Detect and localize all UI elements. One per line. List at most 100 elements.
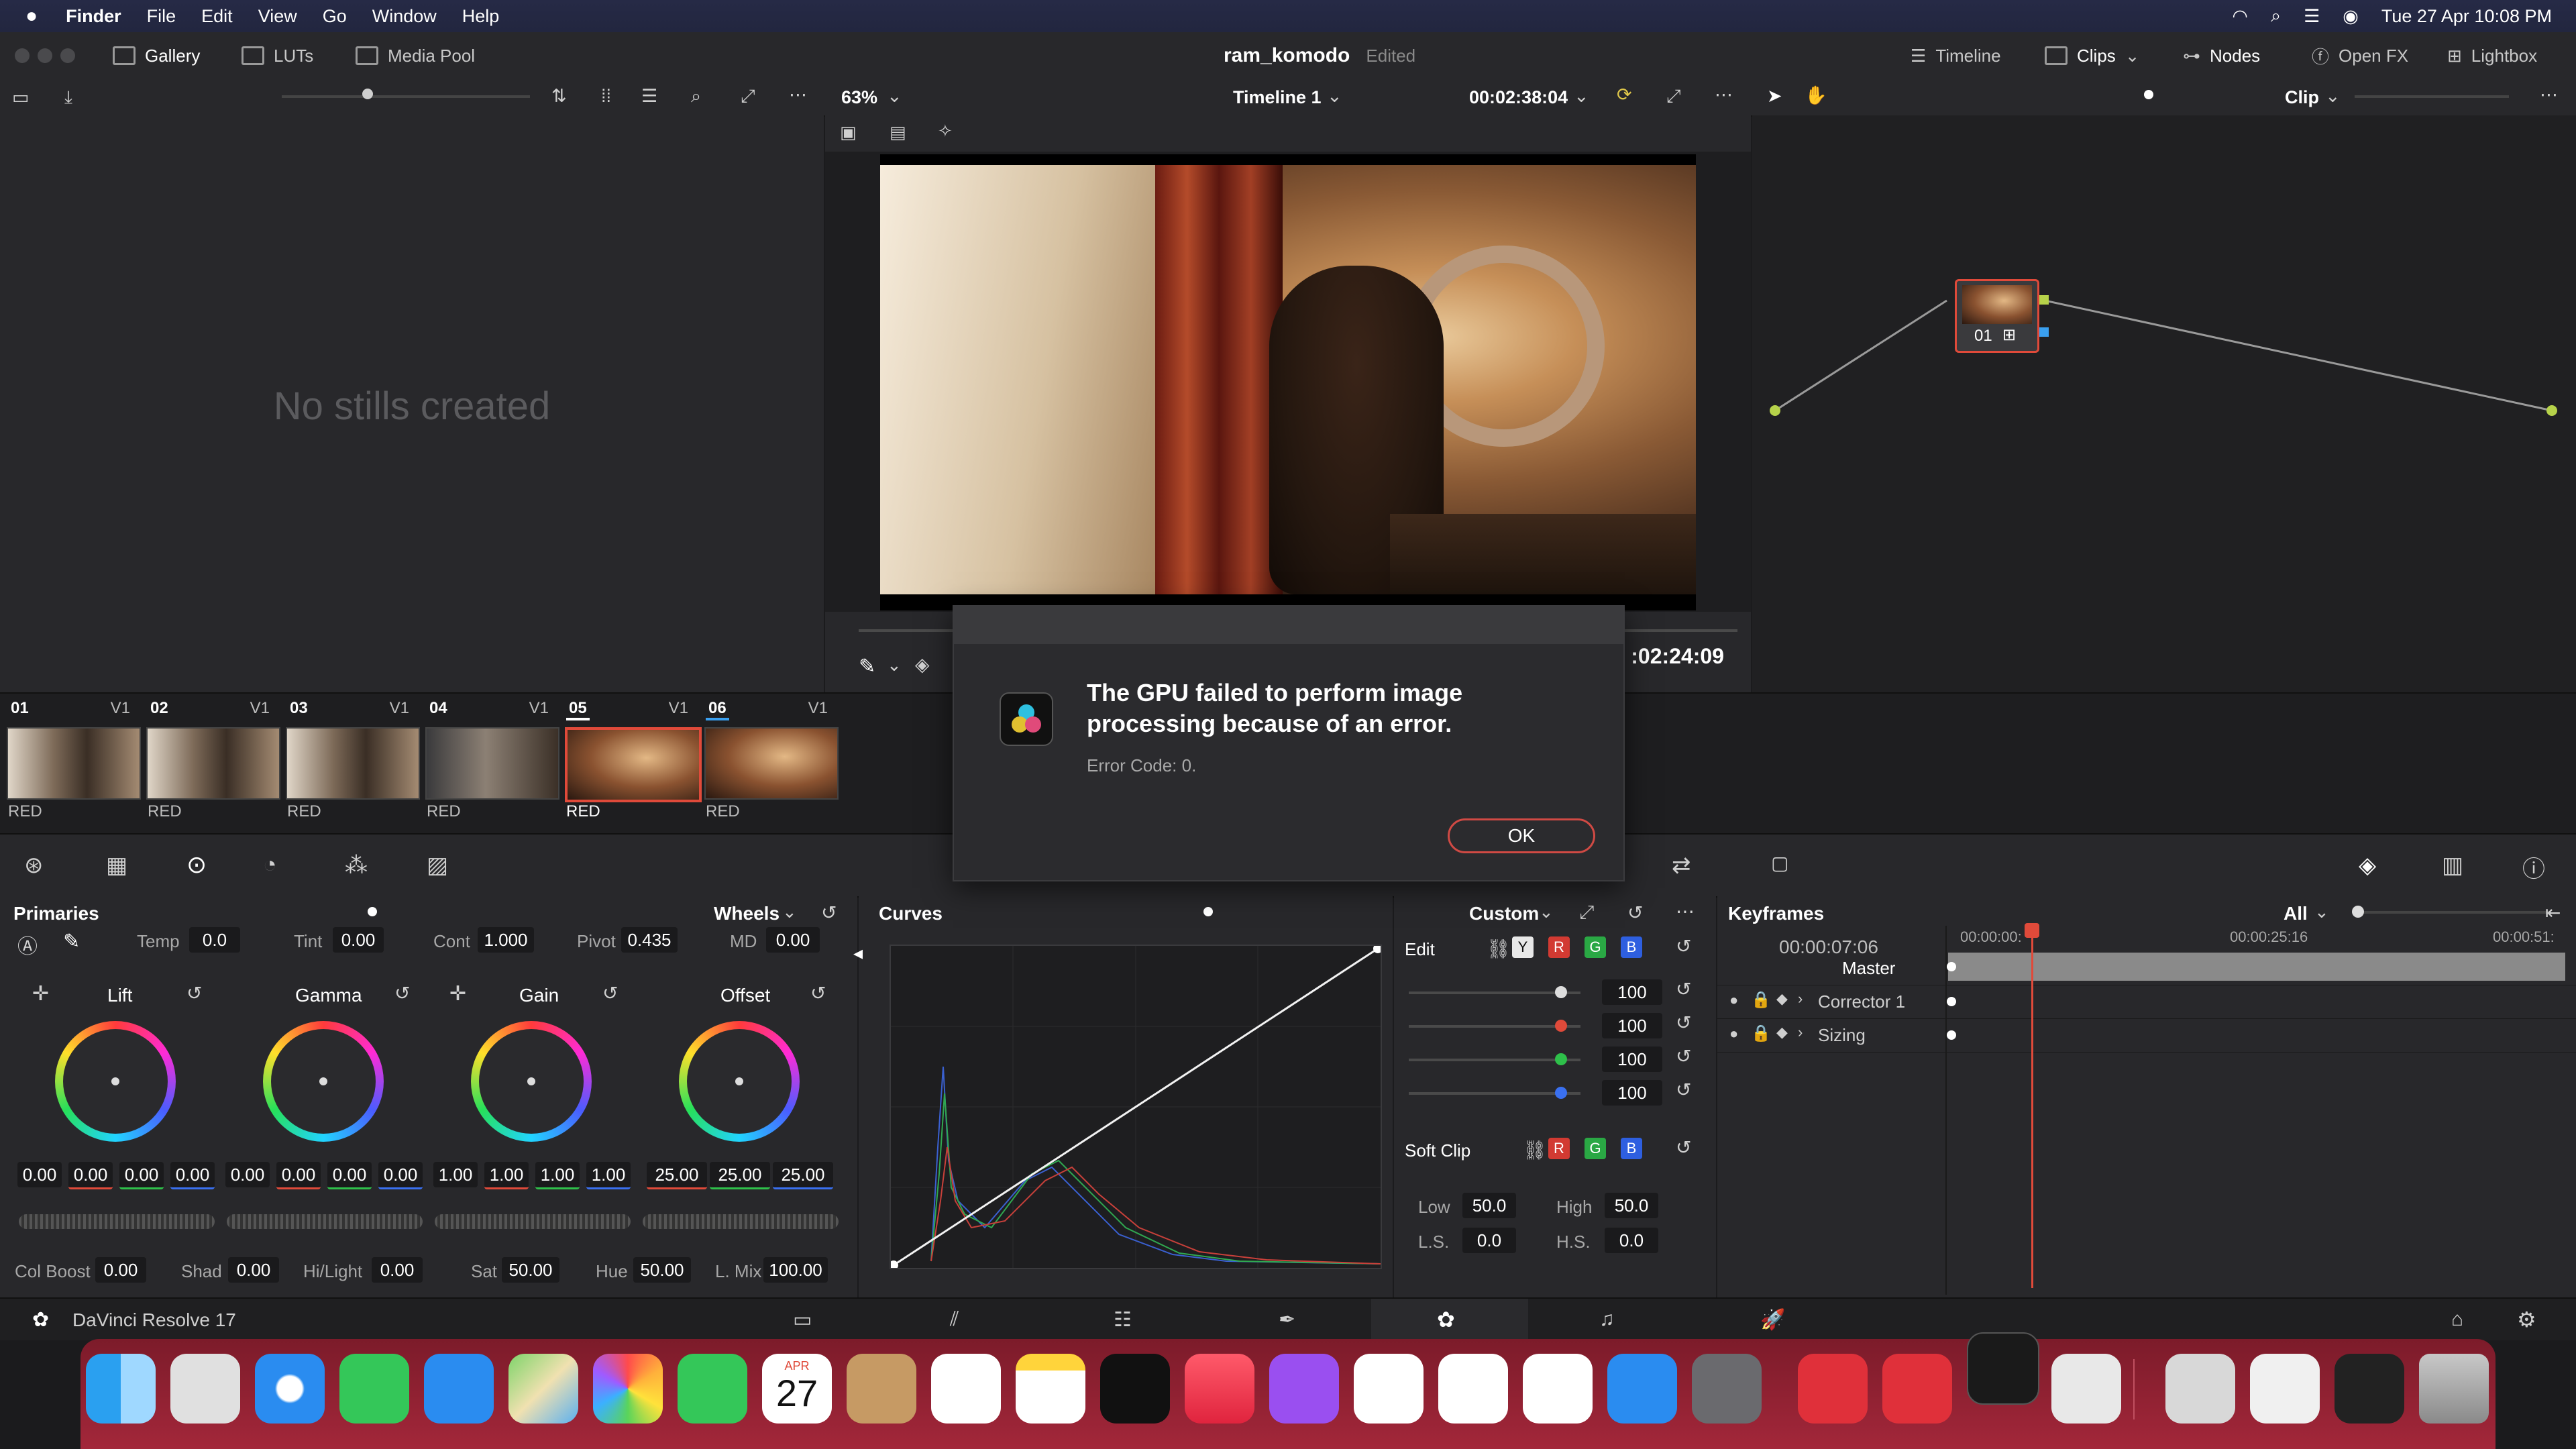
magic-wand-icon[interactable]: ✧ bbox=[938, 121, 953, 142]
finder-icon[interactable] bbox=[86, 1354, 156, 1424]
lift-y-value[interactable]: 0.00 bbox=[17, 1162, 62, 1187]
more-options-icon[interactable]: ⋯ bbox=[2540, 85, 2558, 105]
system-information-icon[interactable] bbox=[2051, 1354, 2121, 1424]
link-icon[interactable]: ⛓ bbox=[1523, 1139, 1547, 1161]
eyedropper-icon[interactable]: ✎ bbox=[63, 930, 80, 953]
anydesk-icon[interactable] bbox=[1798, 1354, 1868, 1424]
zoom-window-button[interactable] bbox=[60, 48, 75, 63]
video-frame[interactable] bbox=[880, 154, 1696, 610]
photos-icon[interactable] bbox=[593, 1354, 663, 1424]
blue-value[interactable]: 100 bbox=[1602, 1080, 1662, 1106]
color-match-icon[interactable]: ▦ bbox=[106, 852, 127, 879]
temp-field[interactable]: 0.0 bbox=[189, 927, 240, 953]
anydesk-alt-icon[interactable] bbox=[1882, 1354, 1952, 1424]
reset-icon[interactable]: ↺ bbox=[821, 902, 837, 924]
home-icon[interactable]: ⌂ bbox=[2451, 1308, 2463, 1331]
apple-tv-icon[interactable] bbox=[1100, 1354, 1170, 1424]
keyframe-filter-selector[interactable]: All bbox=[2284, 903, 2308, 924]
settings-gear-icon[interactable]: ⚙ bbox=[2517, 1307, 2536, 1332]
app-store-icon[interactable] bbox=[1607, 1354, 1677, 1424]
red-value[interactable]: 100 bbox=[1602, 1013, 1662, 1038]
list-view-icon[interactable]: ☰ bbox=[641, 86, 657, 107]
rgb-mixer-icon[interactable]: ⁂ bbox=[345, 852, 368, 879]
lift-b-value[interactable]: 0.00 bbox=[170, 1162, 215, 1189]
menu-datetime[interactable]: Tue 27 Apr 10:08 PM bbox=[2381, 6, 2552, 27]
fullscreen-icon[interactable]: ⤢ bbox=[1666, 86, 1681, 107]
close-window-button[interactable] bbox=[15, 48, 30, 63]
color-page-tab[interactable]: ✿ bbox=[1371, 1299, 1528, 1343]
clip-mode-selector[interactable]: Clip bbox=[2285, 87, 2319, 108]
notes-icon[interactable] bbox=[1016, 1354, 1085, 1424]
gamma-wheel[interactable] bbox=[263, 1021, 384, 1142]
sort-icon[interactable]: ⇅ bbox=[551, 86, 567, 107]
auto-balance-icon[interactable]: Ⓐ bbox=[17, 930, 38, 959]
gamma-g-value[interactable]: 0.00 bbox=[327, 1162, 372, 1189]
clip-thumbnail[interactable]: 03 V1 RED bbox=[279, 694, 420, 835]
camera-raw-icon[interactable]: ⊛ bbox=[24, 852, 44, 879]
keyframe-marker[interactable] bbox=[1947, 962, 1956, 971]
menu-window[interactable]: Window bbox=[372, 6, 437, 27]
curve-point-icon[interactable]: ◂ bbox=[853, 942, 863, 964]
keyframe-marker[interactable] bbox=[1947, 997, 1956, 1006]
ls-field[interactable]: 0.0 bbox=[1462, 1228, 1516, 1253]
screenshot-icon[interactable] bbox=[2250, 1354, 2320, 1424]
gamma-y-value[interactable]: 0.00 bbox=[225, 1162, 270, 1187]
keyframe-row-sizing[interactable]: ● 🔒 ◆ › Sizing bbox=[1717, 1018, 2576, 1053]
tint-field[interactable]: 0.00 bbox=[333, 927, 384, 953]
luma-channel-button[interactable]: Y bbox=[1512, 936, 1534, 958]
chevron-down-icon[interactable]: ⌄ bbox=[1539, 902, 1554, 922]
info-icon[interactable]: ⓘ bbox=[2522, 851, 2545, 883]
viewer-timecode[interactable]: 00:02:38:04 bbox=[1469, 87, 1568, 108]
col-boost-field[interactable]: 0.00 bbox=[95, 1257, 146, 1283]
reset-offset-icon[interactable]: ↺ bbox=[810, 982, 826, 1004]
transform-icon[interactable]: ⇄ bbox=[1672, 852, 1691, 879]
layers-icon[interactable]: ◈ bbox=[915, 653, 930, 676]
minimize-window-button[interactable] bbox=[38, 48, 52, 63]
mail-icon[interactable] bbox=[424, 1354, 494, 1424]
node-zoom-slider[interactable] bbox=[2355, 95, 2509, 98]
reset-icon[interactable]: ↺ bbox=[1627, 902, 1643, 924]
document-icon[interactable] bbox=[2165, 1354, 2235, 1424]
timeline-selector[interactable]: Timeline 1 bbox=[1233, 87, 1322, 108]
master-track[interactable] bbox=[1948, 953, 2565, 981]
music-icon[interactable] bbox=[1185, 1354, 1254, 1424]
offset-b-value[interactable]: 25.00 bbox=[773, 1162, 833, 1189]
green-channel-button[interactable]: G bbox=[1585, 936, 1606, 958]
node-output-rgb[interactable] bbox=[2039, 295, 2049, 305]
clip-thumbnail[interactable]: 02 V1 RED bbox=[140, 694, 280, 835]
viewer-zoom[interactable]: 63% bbox=[841, 87, 877, 108]
reminders-icon[interactable] bbox=[931, 1354, 1001, 1424]
calendar-icon[interactable]: APR 27 bbox=[762, 1354, 832, 1424]
soft-clip-red-button[interactable]: R bbox=[1548, 1138, 1570, 1159]
keyframe-row-master[interactable]: Master bbox=[1717, 951, 2576, 985]
keyframes-icon[interactable]: ◈ bbox=[2359, 852, 2376, 879]
keyframe-playhead-handle[interactable] bbox=[2025, 923, 2039, 938]
podcasts-icon[interactable] bbox=[1269, 1354, 1339, 1424]
reset-icon[interactable]: ↺ bbox=[1676, 1079, 1691, 1101]
split-view-icon[interactable]: ▣ bbox=[840, 122, 857, 143]
chevron-right-icon[interactable]: › bbox=[1798, 1024, 1803, 1041]
luts-tab[interactable]: LUTs bbox=[241, 32, 313, 79]
lift-master-wheel[interactable] bbox=[19, 1214, 215, 1229]
media-pool-tab[interactable]: Media Pool bbox=[356, 32, 475, 79]
offset-master-wheel[interactable] bbox=[643, 1214, 839, 1229]
soft-clip-blue-button[interactable]: B bbox=[1621, 1138, 1642, 1159]
crosshair-icon[interactable]: ✛ bbox=[449, 982, 466, 1006]
keyframe-zoom-handle[interactable] bbox=[2352, 906, 2364, 918]
keyframe-diamond-icon[interactable]: ◆ bbox=[1776, 1024, 1788, 1041]
control-center-icon[interactable]: ☰ bbox=[2304, 6, 2320, 27]
red-channel-button[interactable]: R bbox=[1548, 936, 1570, 958]
gain-master-wheel[interactable] bbox=[435, 1214, 631, 1229]
blue-slider-handle[interactable] bbox=[1555, 1087, 1567, 1099]
lift-g-value[interactable]: 0.00 bbox=[119, 1162, 164, 1189]
lock-icon[interactable]: 🔒 bbox=[1751, 990, 1771, 1010]
search-icon[interactable]: ⌕ bbox=[691, 86, 701, 107]
link-icon[interactable]: ⛓ bbox=[1487, 938, 1511, 960]
reset-lift-icon[interactable]: ↺ bbox=[186, 982, 202, 1004]
hand-tool-icon[interactable]: ✋ bbox=[1805, 85, 1827, 106]
fullscreen-icon[interactable]: ⤢ bbox=[741, 86, 755, 107]
menu-view[interactable]: View bbox=[258, 6, 297, 27]
reset-icon[interactable]: ↺ bbox=[1676, 1045, 1691, 1067]
offset-r-value[interactable]: 25.00 bbox=[647, 1162, 707, 1189]
clip-thumbnail[interactable]: 01 V1 RED bbox=[0, 694, 141, 835]
